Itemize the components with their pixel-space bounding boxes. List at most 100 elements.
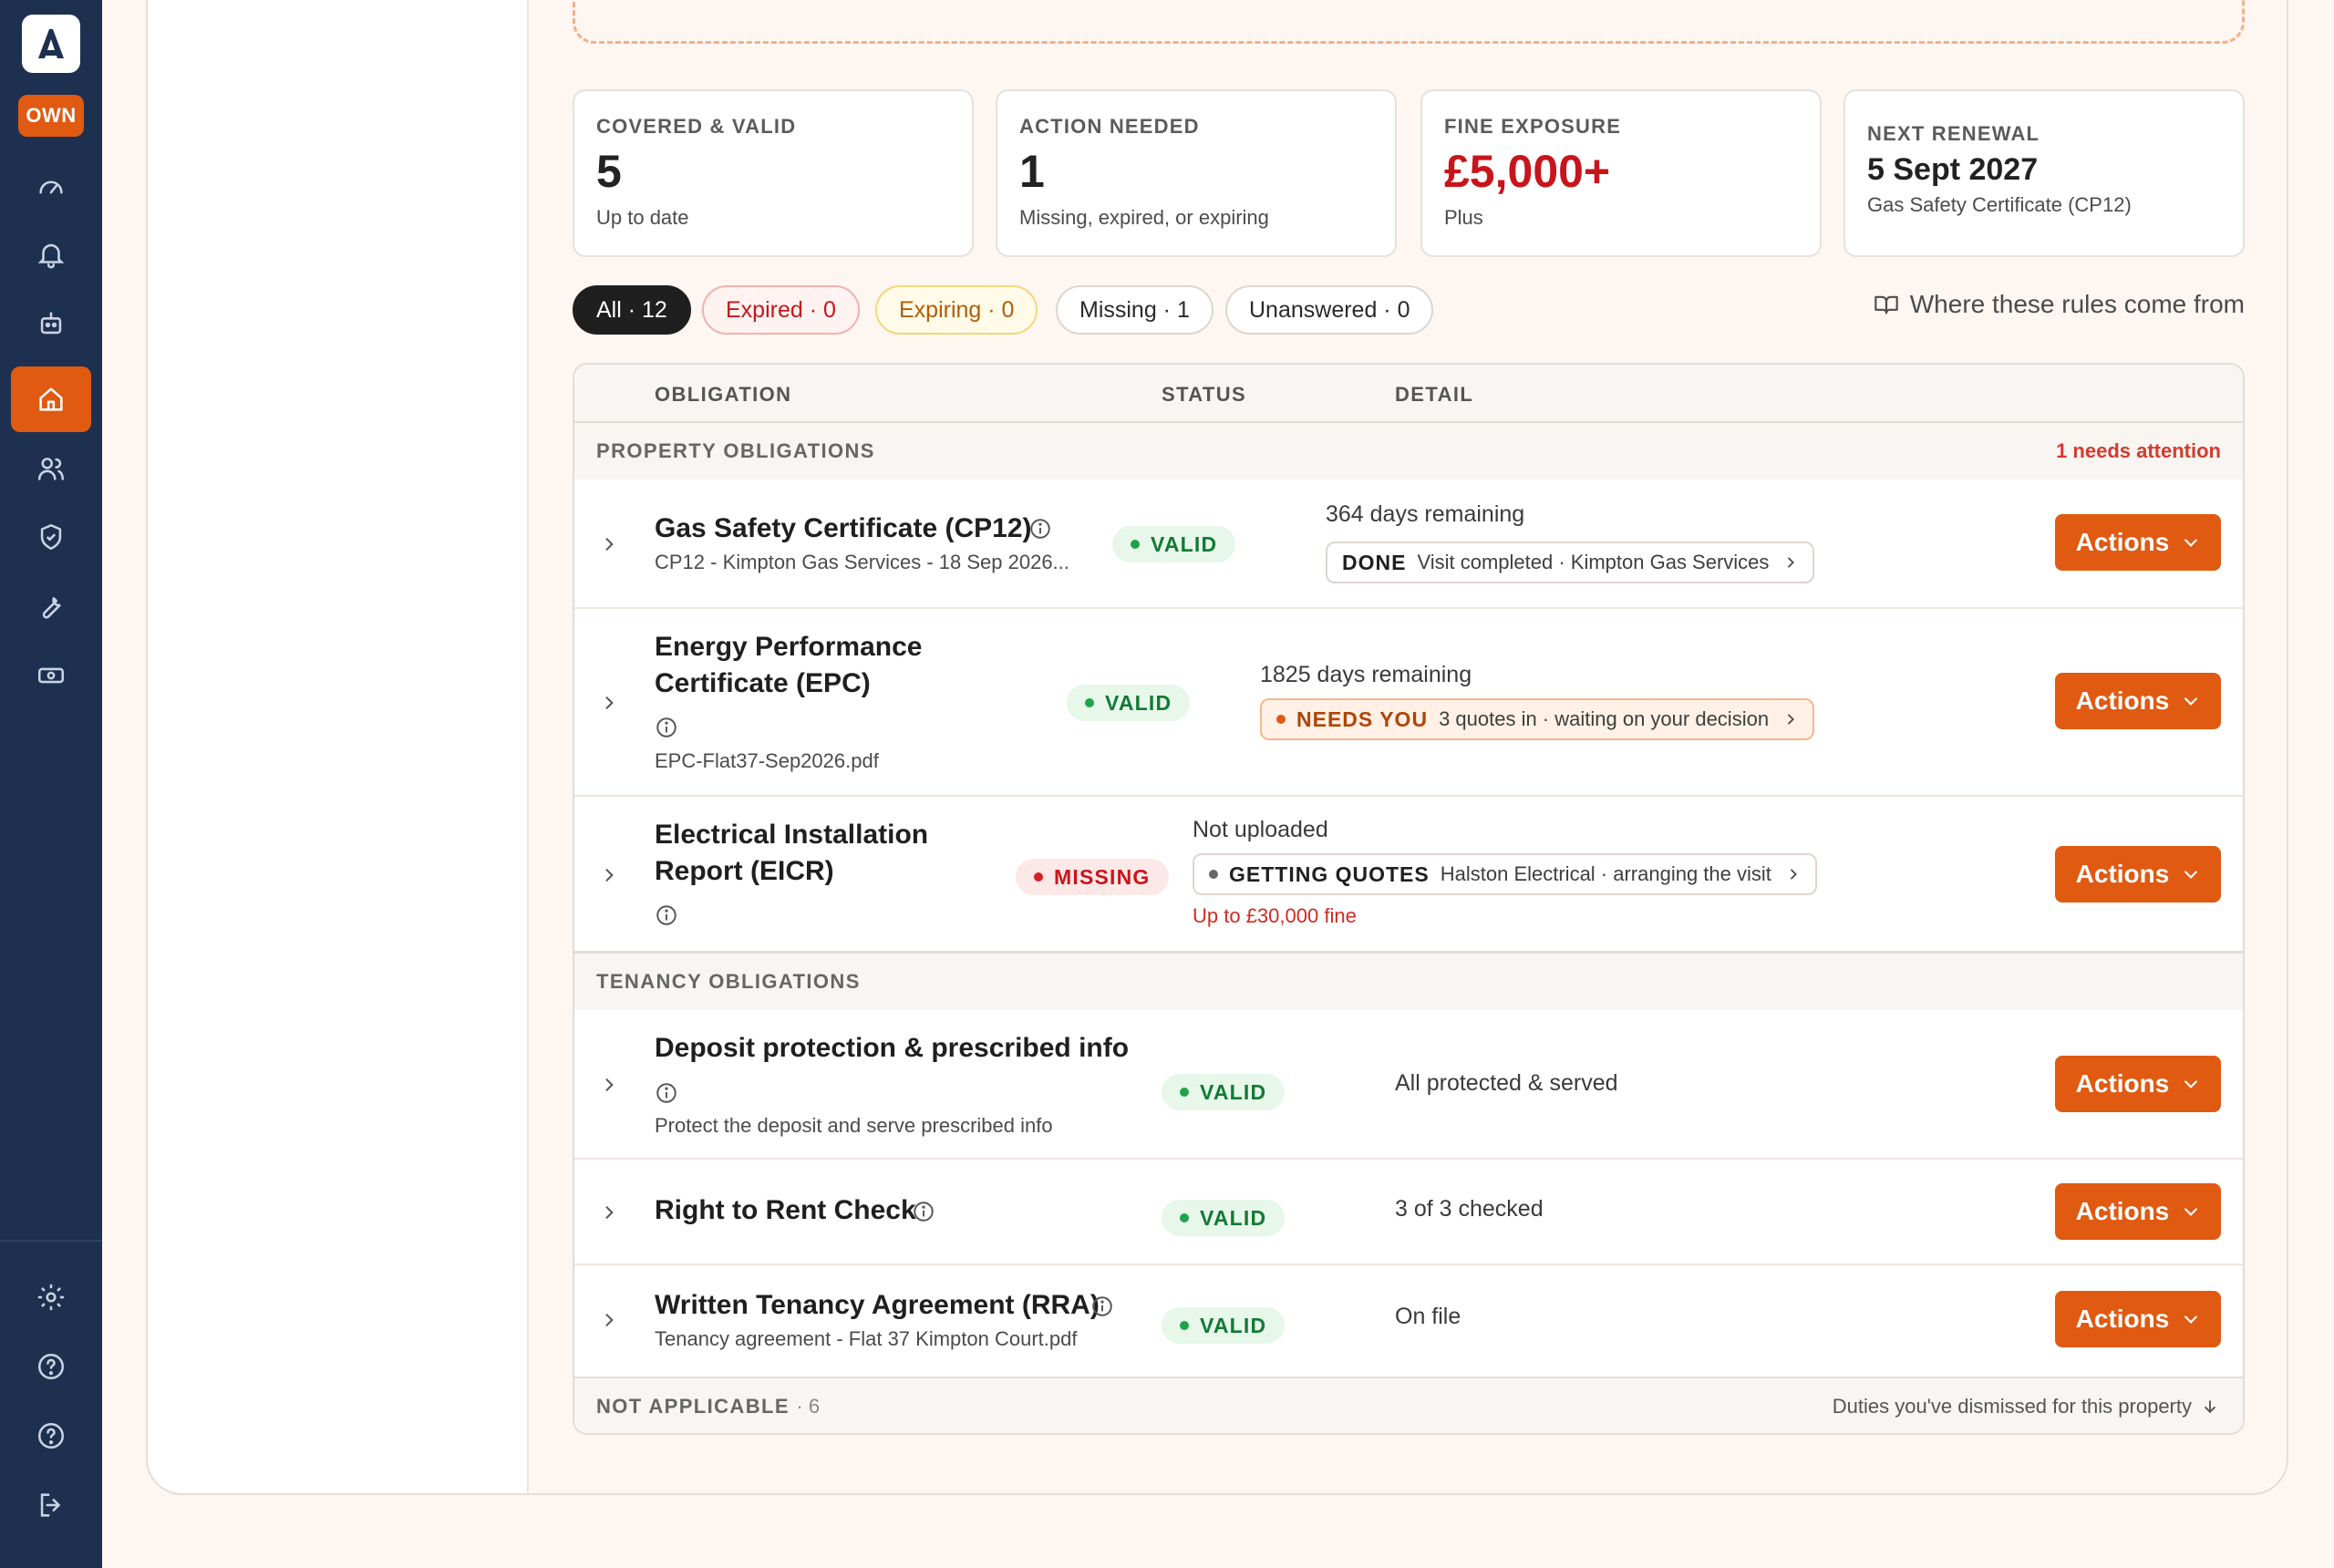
filter-all[interactable]: All · 12 xyxy=(573,285,691,335)
stat-value: £5,000+ xyxy=(1444,146,1611,197)
actions-button[interactable]: Actions xyxy=(2055,1056,2221,1112)
nav-help[interactable] xyxy=(11,1334,91,1399)
status-badge: VALID xyxy=(1067,685,1191,721)
gear-icon xyxy=(37,1284,65,1311)
footer-title-text: NOT APPLICABLE xyxy=(596,1395,790,1418)
status-label: VALID xyxy=(1105,690,1172,715)
row-title: Right to Rent Check xyxy=(655,1195,916,1225)
info-icon[interactable] xyxy=(655,903,678,927)
nav-notifications[interactable] xyxy=(11,222,91,287)
detail-text: 364 days remaining xyxy=(1326,501,1525,527)
detail-text: Not uploaded xyxy=(1193,817,1328,842)
row-title-line1: Energy Performance xyxy=(655,632,923,662)
table-row[interactable]: Deposit protection & prescribed info Pro… xyxy=(574,1010,2243,1160)
status-dot xyxy=(1180,1213,1189,1222)
rules-link-label: Where these rules come from xyxy=(1909,290,2245,318)
table-header: OBLIGATION STATUS DETAIL xyxy=(574,365,2243,423)
table-row[interactable]: Energy Performance Certificate (EPC) EPC… xyxy=(574,609,2243,797)
rules-source-link[interactable]: Where these rules come from xyxy=(1874,290,2245,319)
progress-pill[interactable]: DONE Visit completed · Kimpton Gas Servi… xyxy=(1326,542,1815,583)
filter-unanswered[interactable]: Unanswered · 0 xyxy=(1225,285,1434,335)
stat-fine-exposure: FINE EXPOSURE £5,000+ Plus xyxy=(1420,89,1822,257)
own-badge[interactable]: OWN xyxy=(18,95,84,137)
info-icon[interactable] xyxy=(912,1200,935,1223)
chevron-right-icon xyxy=(1788,557,1795,568)
shield-check-icon xyxy=(40,523,62,551)
table-row[interactable]: Right to Rent Check VALID 3 of 3 checked… xyxy=(574,1160,2243,1265)
stat-covered-valid: COVERED & VALID 5 Up to date xyxy=(573,89,974,257)
row-title-line2: Certificate (EPC) xyxy=(655,668,871,698)
nav-dashboard[interactable] xyxy=(11,153,91,219)
not-applicable-section[interactable]: NOT APPLICABLE · 6 Duties you've dismiss… xyxy=(574,1377,2243,1433)
stat-value: 5 Sept 2027 xyxy=(1867,152,2039,187)
chevron-right-icon[interactable] xyxy=(600,1076,618,1094)
row-sub: Tenancy agreement - Flat 37 Kimpton Cour… xyxy=(655,1327,1078,1350)
stat-sub: Plus xyxy=(1444,206,1483,229)
pill-text: 3 quotes in · waiting on your decision xyxy=(1439,707,1770,730)
progress-pill[interactable]: NEEDS YOU 3 quotes in · waiting on your … xyxy=(1260,698,1815,740)
status-dot xyxy=(1180,1321,1189,1330)
status-label: VALID xyxy=(1200,1205,1267,1230)
chevron-right-icon[interactable] xyxy=(600,1311,618,1329)
pill-dot xyxy=(1209,870,1218,879)
filter-expired[interactable]: Expired · 0 xyxy=(702,285,860,335)
header-obligation: OBLIGATION xyxy=(655,383,792,406)
nav-tenants[interactable] xyxy=(11,436,91,501)
obligations-table: OBLIGATION STATUS DETAIL PROPERTY OBLIGA… xyxy=(573,363,2245,1435)
wrench-icon xyxy=(42,596,61,619)
status-badge: VALID xyxy=(1162,1074,1286,1110)
info-icon[interactable] xyxy=(1028,517,1052,541)
status-dot xyxy=(1131,540,1140,549)
upload-dropzone[interactable] xyxy=(573,0,2245,44)
section-tenancy-obligations: TENANCY OBLIGATIONS xyxy=(574,954,2243,1010)
nav-finance[interactable] xyxy=(11,643,91,708)
info-icon[interactable] xyxy=(655,1081,678,1105)
row-title: Deposit protection & prescribed info xyxy=(655,1033,1130,1063)
actions-button[interactable]: Actions xyxy=(2055,1183,2221,1240)
actions-button[interactable]: Actions xyxy=(2055,1291,2221,1347)
detail-text: 3 of 3 checked xyxy=(1395,1196,1544,1222)
book-open-icon xyxy=(1874,295,1898,315)
actions-button[interactable]: Actions xyxy=(2055,514,2221,571)
footer-count: · 6 xyxy=(796,1395,821,1418)
stat-next-renewal: NEXT RENEWAL 5 Sept 2027 Gas Safety Cert… xyxy=(1843,89,2245,257)
chevron-right-icon[interactable] xyxy=(600,1203,618,1222)
status-badge: VALID xyxy=(1162,1307,1286,1344)
nav-support[interactable] xyxy=(11,1403,91,1469)
filter-expiring[interactable]: Expiring · 0 xyxy=(875,285,1038,335)
table-row[interactable]: Electrical Installation Report (EICR) MI… xyxy=(574,797,2243,954)
nav-assistant[interactable] xyxy=(11,291,91,356)
nav-compliance[interactable] xyxy=(11,504,91,570)
actions-button[interactable]: Actions xyxy=(2055,673,2221,729)
chevron-right-icon[interactable] xyxy=(600,866,618,884)
chevron-right-icon[interactable] xyxy=(600,535,618,553)
app-logo[interactable] xyxy=(22,15,80,73)
nav-maintenance[interactable] xyxy=(11,573,91,639)
table-row[interactable]: Gas Safety Certificate (CP12) CP12 - Kim… xyxy=(574,480,2243,609)
stat-label: COVERED & VALID xyxy=(596,115,797,138)
table-row[interactable]: Written Tenancy Agreement (RRA) Tenancy … xyxy=(574,1265,2243,1378)
detail-text: All protected & served xyxy=(1395,1070,1618,1096)
nav-properties[interactable] xyxy=(11,366,91,432)
chevron-right-icon[interactable] xyxy=(600,694,618,712)
actions-label: Actions xyxy=(2075,528,2170,556)
help-icon xyxy=(37,1353,65,1380)
chevron-down-icon xyxy=(2184,1080,2198,1088)
actions-button[interactable]: Actions xyxy=(2055,846,2221,903)
status-label: VALID xyxy=(1151,531,1218,556)
status-dot xyxy=(1034,872,1043,882)
info-icon[interactable] xyxy=(655,716,678,739)
row-title-line1: Electrical Installation xyxy=(655,820,929,850)
home-icon xyxy=(39,387,63,411)
chevron-down-icon xyxy=(2184,1315,2198,1324)
info-icon[interactable] xyxy=(1090,1295,1114,1318)
fine-warning: Up to £30,000 fine xyxy=(1193,904,1357,927)
detail-text: 1825 days remaining xyxy=(1260,662,1472,687)
nav-settings[interactable] xyxy=(11,1264,91,1330)
dismissed-duties-link[interactable]: Duties you've dismissed for this propert… xyxy=(1833,1395,2219,1418)
filter-missing[interactable]: Missing · 1 xyxy=(1056,285,1213,335)
banknote-icon xyxy=(37,667,65,684)
detail-text: On file xyxy=(1395,1304,1461,1329)
progress-pill[interactable]: GETTING QUOTES Halston Electrical · arra… xyxy=(1193,853,1817,895)
nav-logout[interactable] xyxy=(11,1472,91,1538)
